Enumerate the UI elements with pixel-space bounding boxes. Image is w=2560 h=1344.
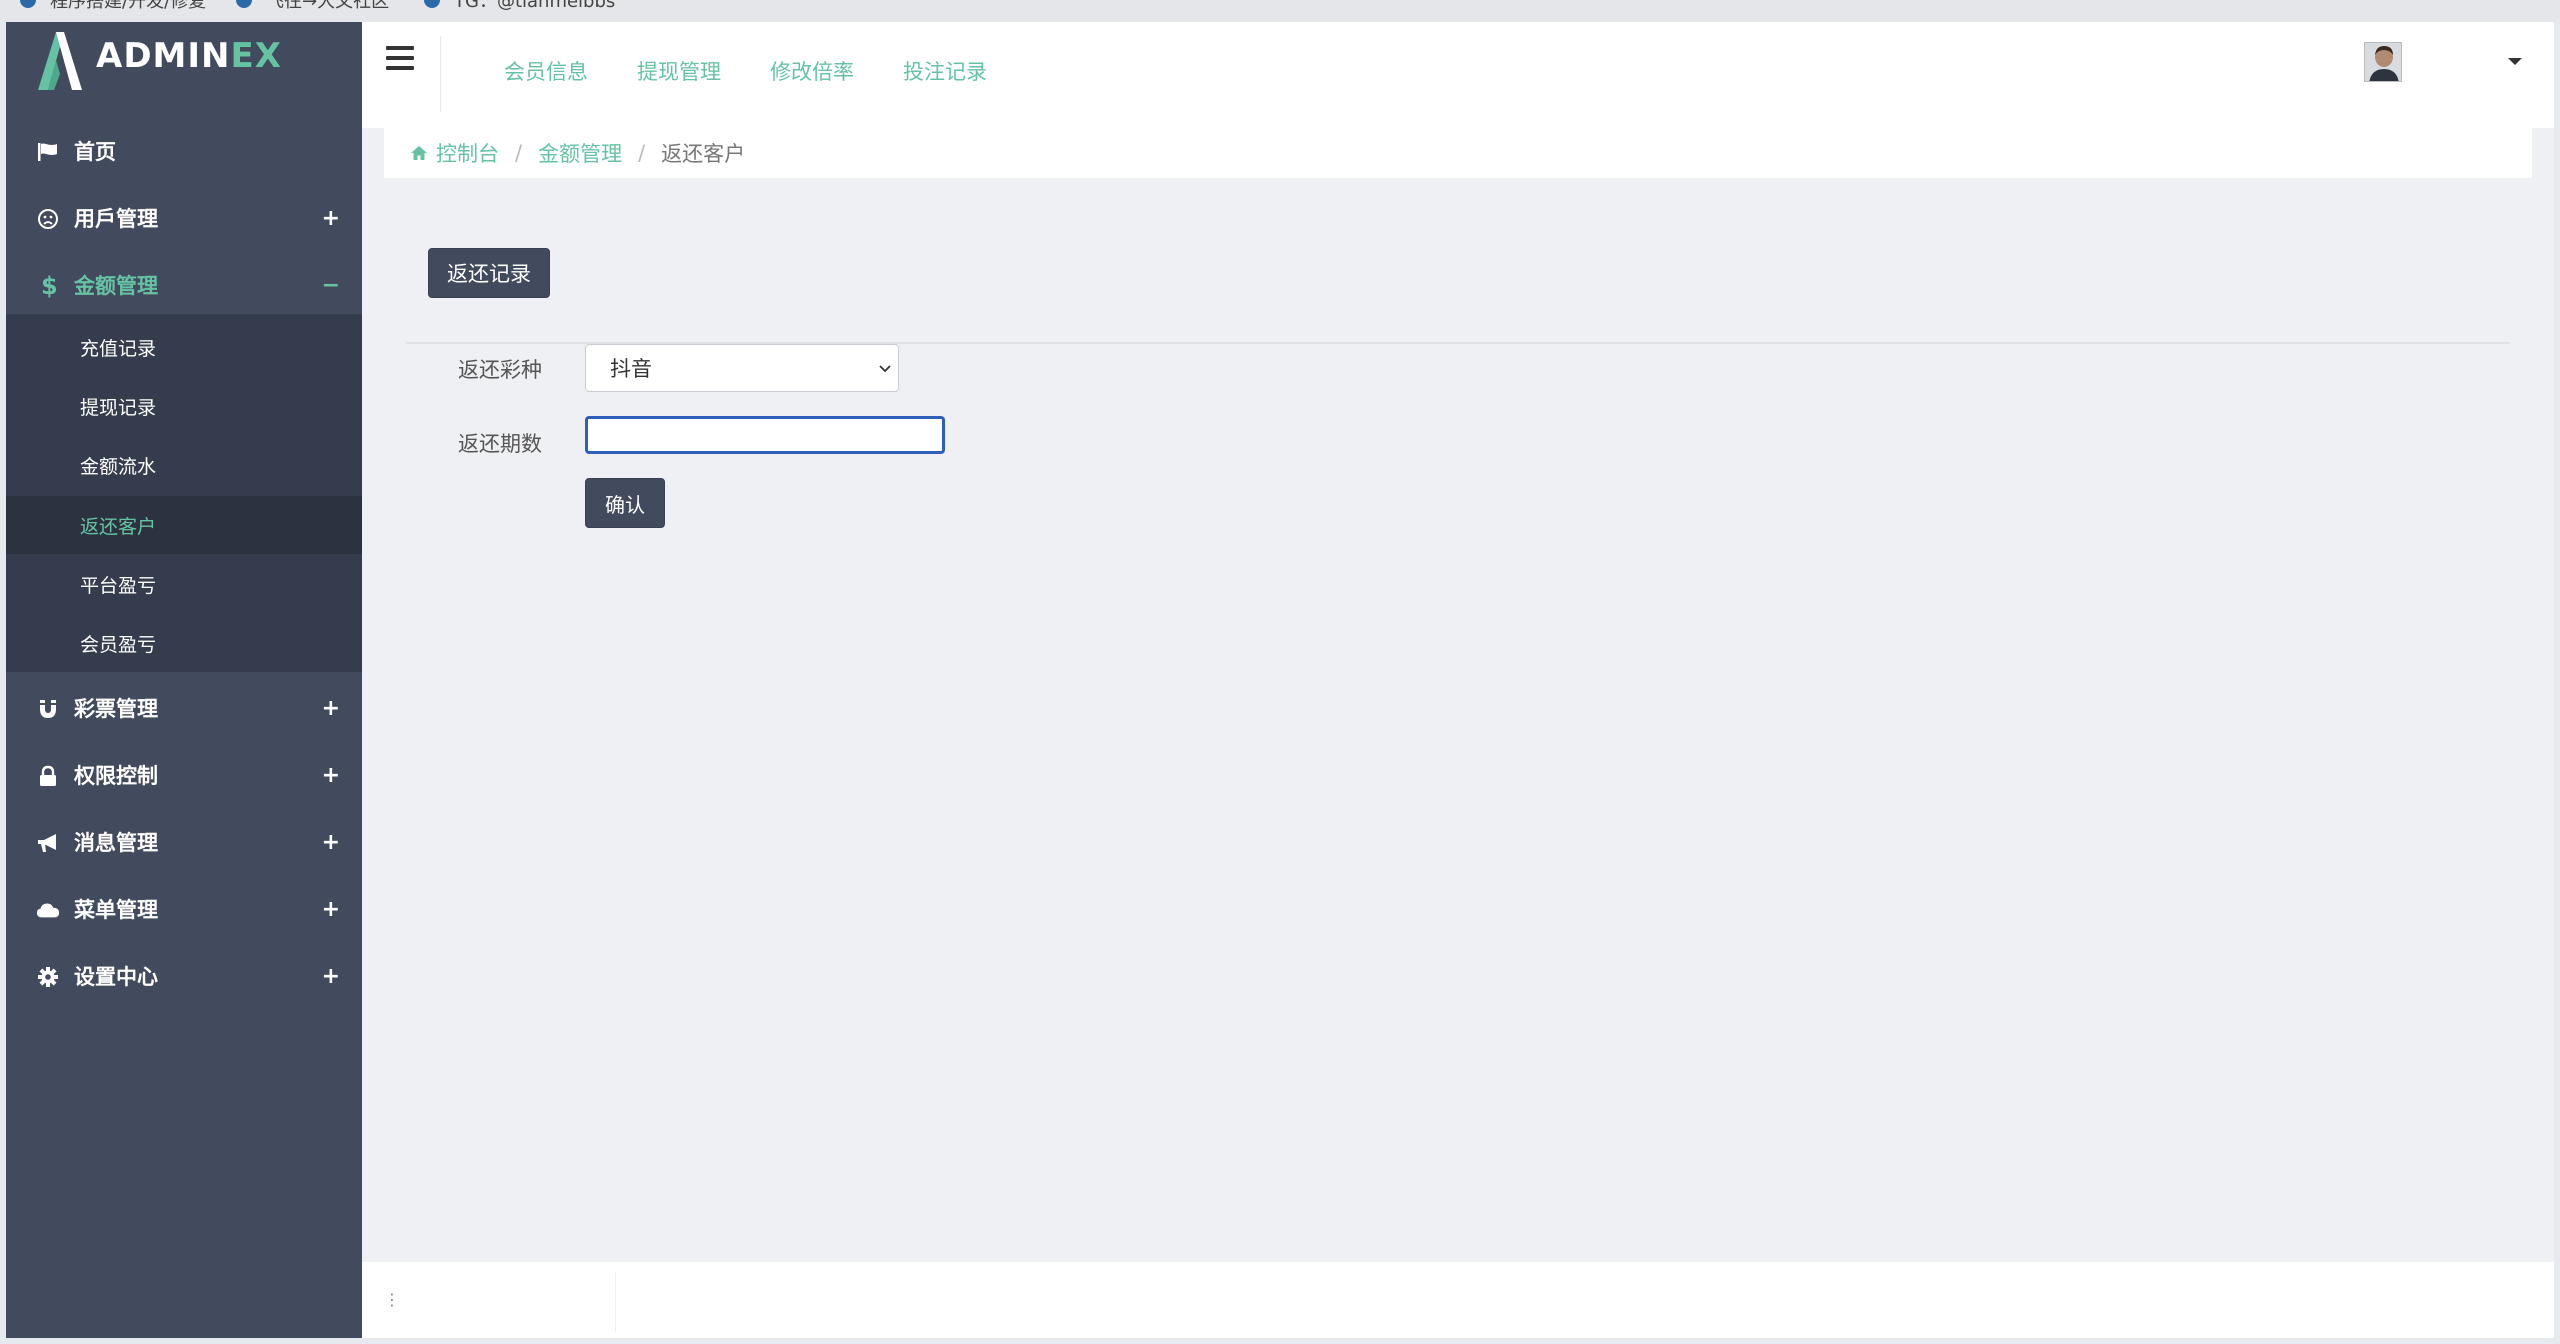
sidebar-item-permissions[interactable]: 权限控制 + [6, 742, 362, 808]
globe-icon [20, 0, 36, 8]
bookmarks-bar: 程序搭建/开发/修复 飞往→大文社区 TG：@tianmeibbs [0, 0, 2560, 22]
expand-icon[interactable]: + [322, 206, 340, 231]
sidebar-item-label: 彩票管理 [74, 697, 158, 721]
expand-icon[interactable]: + [322, 897, 340, 922]
cloud-icon [36, 898, 60, 922]
sidebar-item-lottery[interactable]: 彩票管理 + [6, 675, 362, 741]
expand-icon[interactable]: + [322, 696, 340, 721]
logo[interactable]: ADMINEX [6, 22, 362, 108]
submenu-item-label: 会员盈亏 [80, 633, 157, 656]
expand-icon[interactable]: + [322, 830, 340, 855]
bookmark-item[interactable]: 飞往→大文社区 [236, 0, 390, 12]
breadcrumb-current: 返还客户 [661, 142, 746, 166]
app-frame: ADMINEX 首页 用戶管理 + $ 金额管理 − 充值记录 提现记录 金额流… [6, 22, 2554, 1338]
lottery-type-label: 返还彩种 [458, 358, 542, 382]
top-link-member-info[interactable]: 会员信息 [504, 56, 588, 86]
submenu-item-platform-pnl[interactable]: 平台盈亏 [6, 555, 362, 613]
expand-icon[interactable]: + [322, 763, 340, 788]
period-count-input[interactable] [585, 416, 945, 454]
sidebar-item-settings[interactable]: 设置中心 + [6, 943, 362, 1009]
bookmark-item[interactable]: 程序搭建/开发/修复 [20, 0, 207, 12]
submenu-item-recharge[interactable]: 充值记录 [6, 318, 362, 376]
sidebar-item-label: 菜单管理 [74, 898, 158, 922]
gear-icon [36, 965, 60, 989]
submenu-item-member-pnl[interactable]: 会员盈亏 [6, 614, 362, 672]
chevron-down-icon [879, 365, 891, 373]
footer-panel [362, 1272, 616, 1332]
bullhorn-icon [36, 831, 60, 855]
confirm-button[interactable]: 确认 [585, 478, 665, 528]
expand-icon[interactable]: + [322, 964, 340, 989]
globe-icon [236, 0, 252, 8]
sidebar-item-label: 首页 [74, 140, 116, 164]
refund-records-button[interactable]: 返还记录 [428, 248, 550, 298]
top-link-withdraw-mgmt[interactable]: 提现管理 [637, 56, 721, 86]
magnet-icon [36, 697, 60, 721]
user-circle-icon [36, 207, 60, 231]
sidebar-item-finance[interactable]: $ 金额管理 − [6, 252, 362, 318]
submenu-item-withdraw[interactable]: 提现记录 [6, 377, 362, 435]
submenu-item-cashflow[interactable]: 金额流水 [6, 436, 362, 494]
finance-submenu: 充值记录 提现记录 金额流水 返还客户 平台盈亏 会员盈亏 [6, 314, 362, 672]
logo-text: ADMINEX [96, 36, 282, 76]
footer-handle: ⋮ [384, 1290, 400, 1309]
submenu-item-label: 提现记录 [80, 396, 157, 419]
avatar[interactable] [2364, 42, 2402, 82]
user-menu-caret-icon[interactable] [2508, 58, 2522, 65]
breadcrumb: 控制台 / 金额管理 / 返还客户 [384, 128, 2532, 178]
globe-icon [424, 0, 440, 8]
lottery-type-select[interactable]: 抖音 [585, 344, 899, 392]
footer: ⋮ [362, 1262, 2554, 1338]
submenu-item-label: 平台盈亏 [80, 574, 157, 597]
lottery-type-value: 抖音 [610, 357, 652, 381]
submenu-item-label: 金额流水 [80, 455, 157, 478]
bookmark-item[interactable]: TG：@tianmeibbs [424, 0, 616, 12]
breadcrumb-separator: / [515, 141, 523, 165]
logo-mark-icon [38, 32, 82, 90]
sidebar-item-label: 消息管理 [74, 831, 158, 855]
lock-icon [36, 764, 60, 788]
breadcrumb-parent[interactable]: 金额管理 [538, 138, 622, 168]
sidebar-item-home[interactable]: 首页 [6, 118, 362, 184]
sidebar-item-users[interactable]: 用戶管理 + [6, 185, 362, 251]
sidebar-item-label: 设置中心 [74, 965, 158, 989]
top-link-bet-records[interactable]: 投注记录 [903, 56, 987, 86]
home-icon [411, 146, 427, 160]
breadcrumb-home[interactable]: 控制台 [436, 138, 499, 168]
menu-toggle-icon[interactable] [386, 46, 414, 70]
submenu-item-refund-customer[interactable]: 返还客户 [6, 496, 362, 554]
bookmark-label: 程序搭建/开发/修复 [50, 0, 207, 12]
header-divider [440, 36, 441, 112]
bookmark-label: 飞往→大文社区 [266, 0, 390, 12]
sidebar-item-label: 权限控制 [74, 764, 158, 788]
top-link-modify-odds[interactable]: 修改倍率 [770, 56, 854, 86]
breadcrumb-separator: / [638, 141, 646, 165]
svg-text:$: $ [41, 273, 56, 299]
collapse-icon[interactable]: − [322, 273, 340, 298]
top-header: 会员信息 提现管理 修改倍率 投注记录 [362, 22, 2554, 128]
submenu-item-label: 充值记录 [80, 337, 157, 360]
bookmark-label: TG：@tianmeibbs [454, 0, 616, 12]
sidebar-item-label: 金额管理 [74, 274, 158, 298]
flag-icon [36, 140, 60, 164]
sidebar: ADMINEX 首页 用戶管理 + $ 金额管理 − 充值记录 提现记录 金额流… [6, 22, 362, 1338]
logo-text-part1: ADMIN [96, 36, 231, 76]
sidebar-item-messages[interactable]: 消息管理 + [6, 809, 362, 875]
logo-text-part2: EX [230, 36, 282, 76]
period-count-label: 返还期数 [458, 432, 542, 456]
dollar-icon: $ [36, 273, 60, 299]
sidebar-item-menus[interactable]: 菜单管理 + [6, 876, 362, 942]
sidebar-item-label: 用戶管理 [74, 207, 158, 231]
submenu-item-label: 返还客户 [80, 515, 157, 538]
